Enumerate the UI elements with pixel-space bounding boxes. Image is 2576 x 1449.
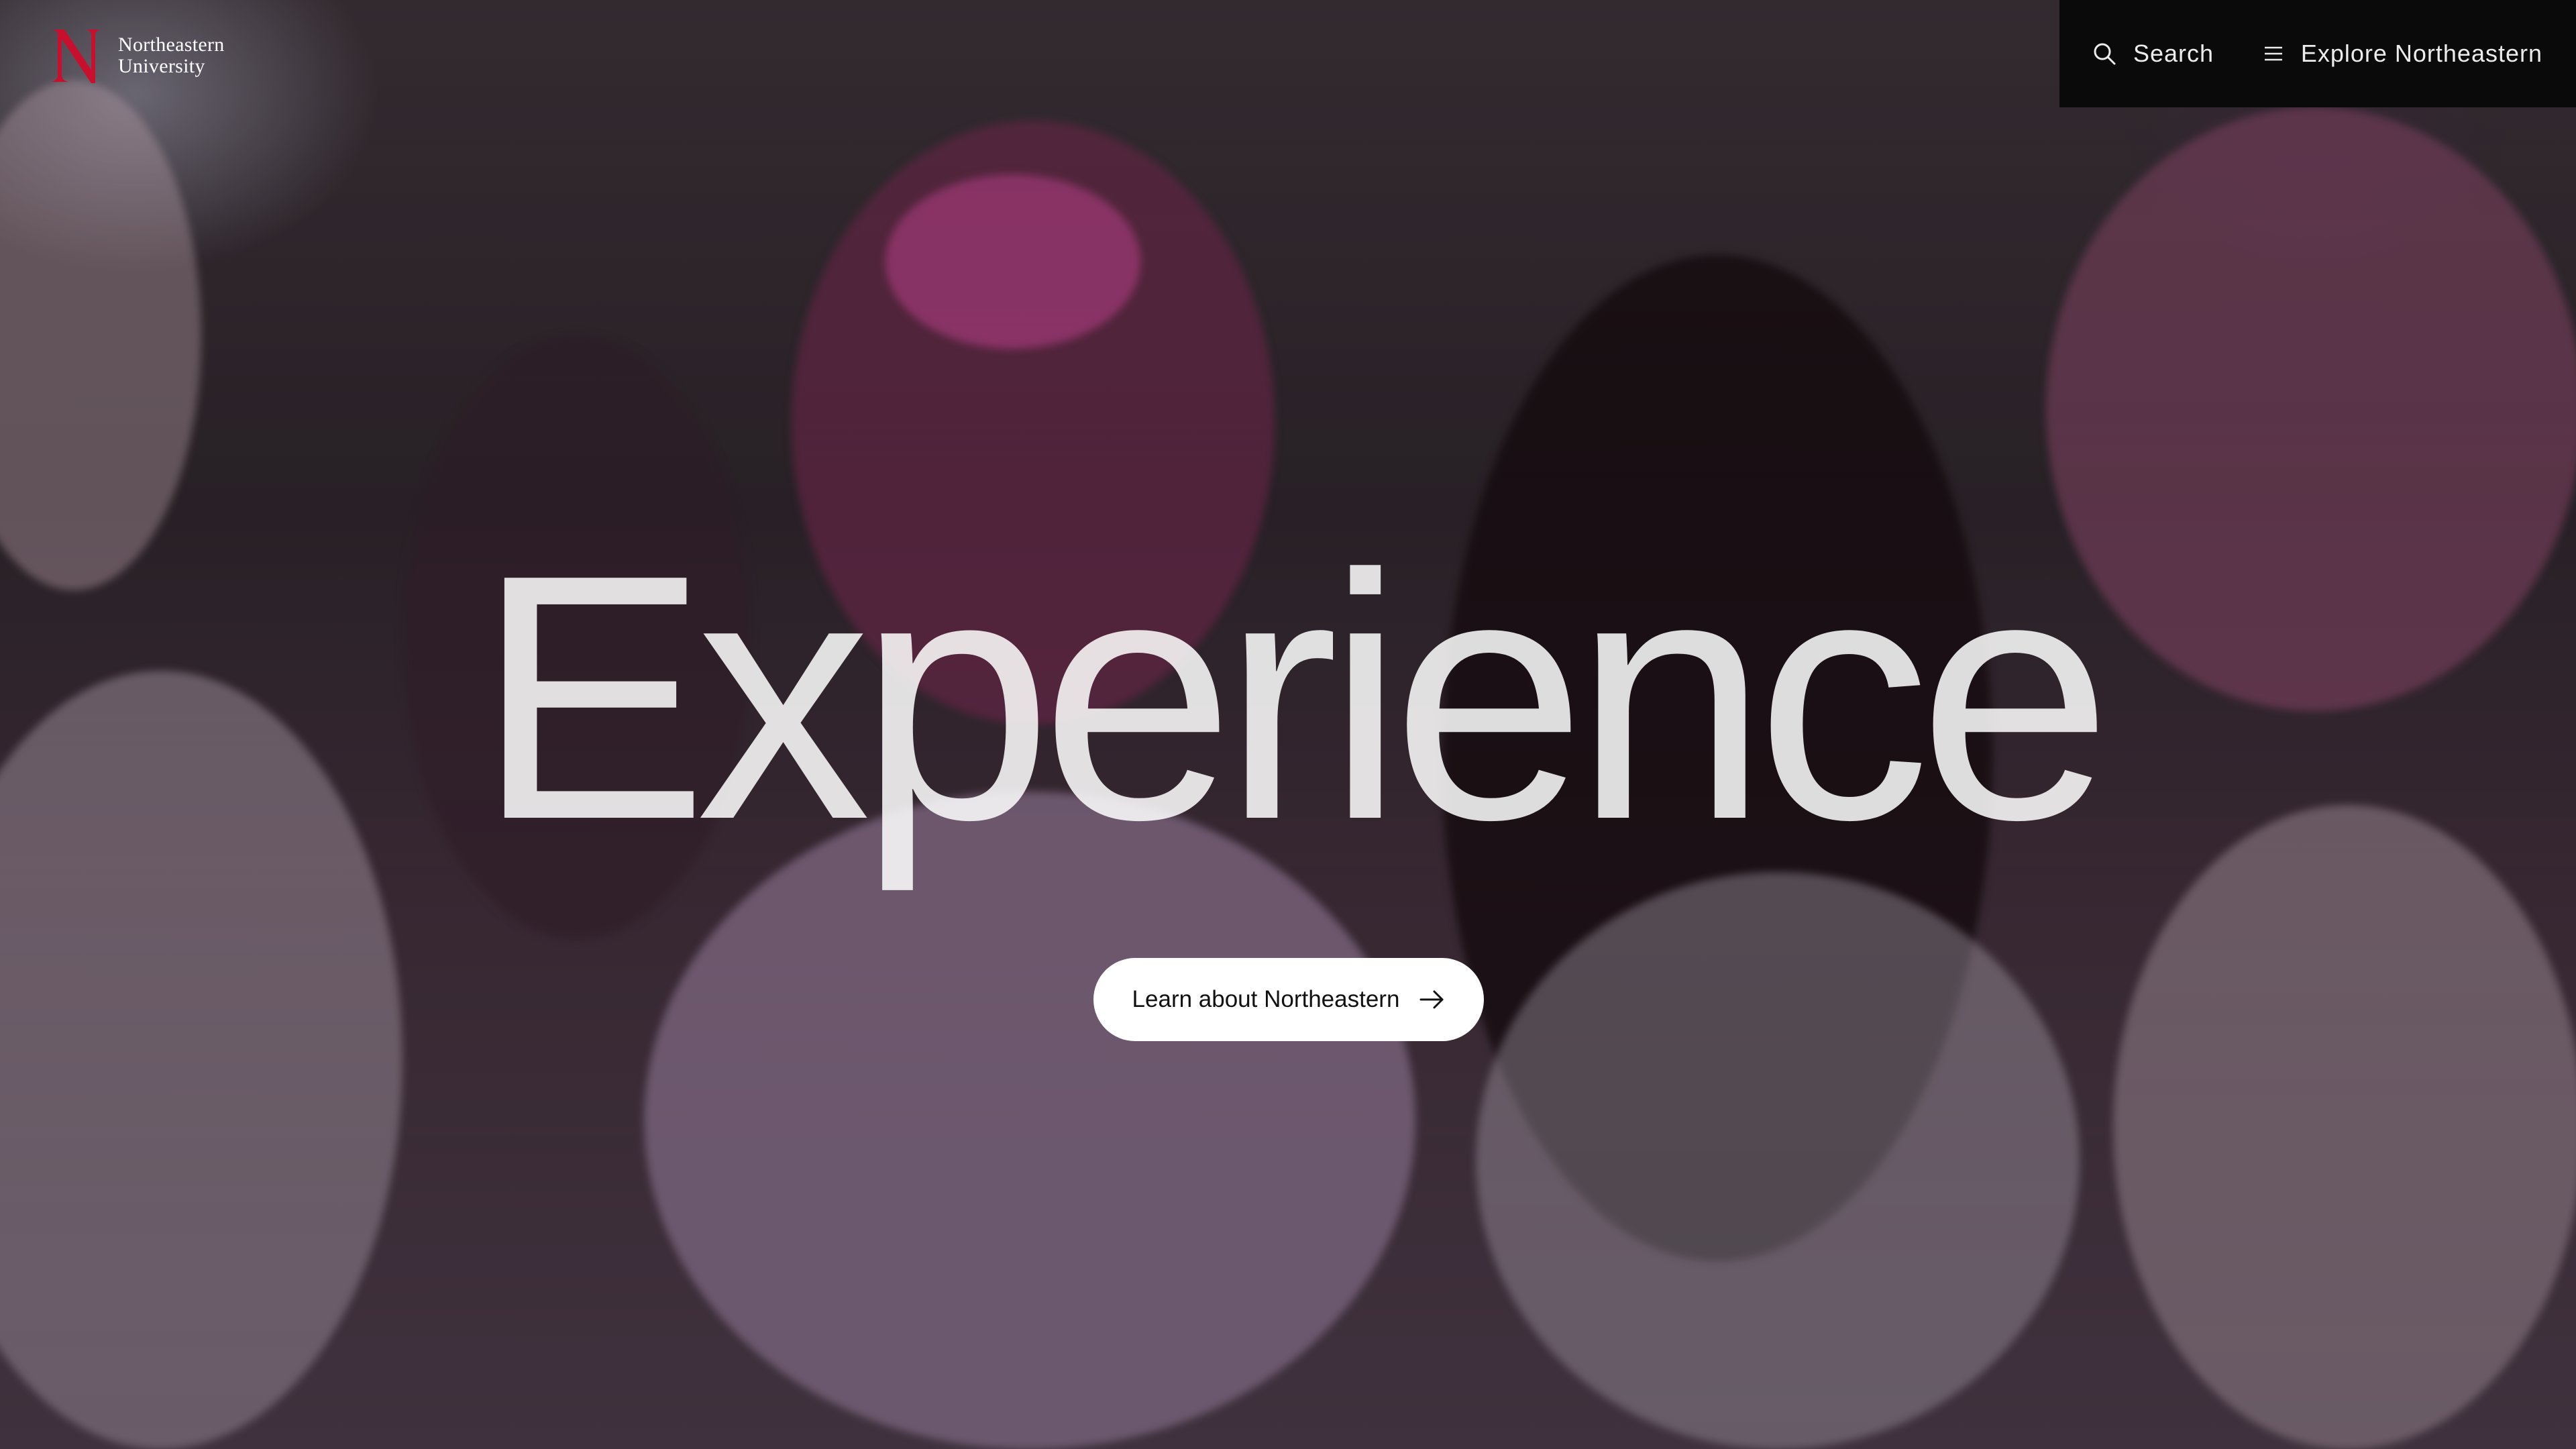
university-wordmark: Northeastern University (118, 34, 225, 77)
cta-label: Learn about Northeastern (1132, 986, 1400, 1012)
learn-about-button[interactable]: Learn about Northeastern (1093, 958, 1484, 1041)
search-label: Search (2133, 40, 2214, 67)
northeastern-n-logo-icon (51, 30, 101, 83)
search-icon (2094, 43, 2116, 65)
hero-headline: Experience (476, 502, 2112, 892)
top-navigation: Search Explore Northeastern (2059, 0, 2576, 107)
explore-label: Explore Northeastern (2300, 40, 2542, 67)
wordmark-line1: Northeastern (118, 34, 225, 56)
university-logo[interactable]: Northeastern University (48, 25, 225, 86)
menu-icon (2264, 46, 2282, 61)
page: Northeastern University Search Explore N… (0, 0, 2576, 1449)
explore-menu-button[interactable]: Explore Northeastern (2263, 40, 2542, 68)
search-button[interactable]: Search (2093, 40, 2214, 68)
wordmark-line2: University (118, 55, 205, 77)
arrow-right-icon (1419, 990, 1444, 1009)
